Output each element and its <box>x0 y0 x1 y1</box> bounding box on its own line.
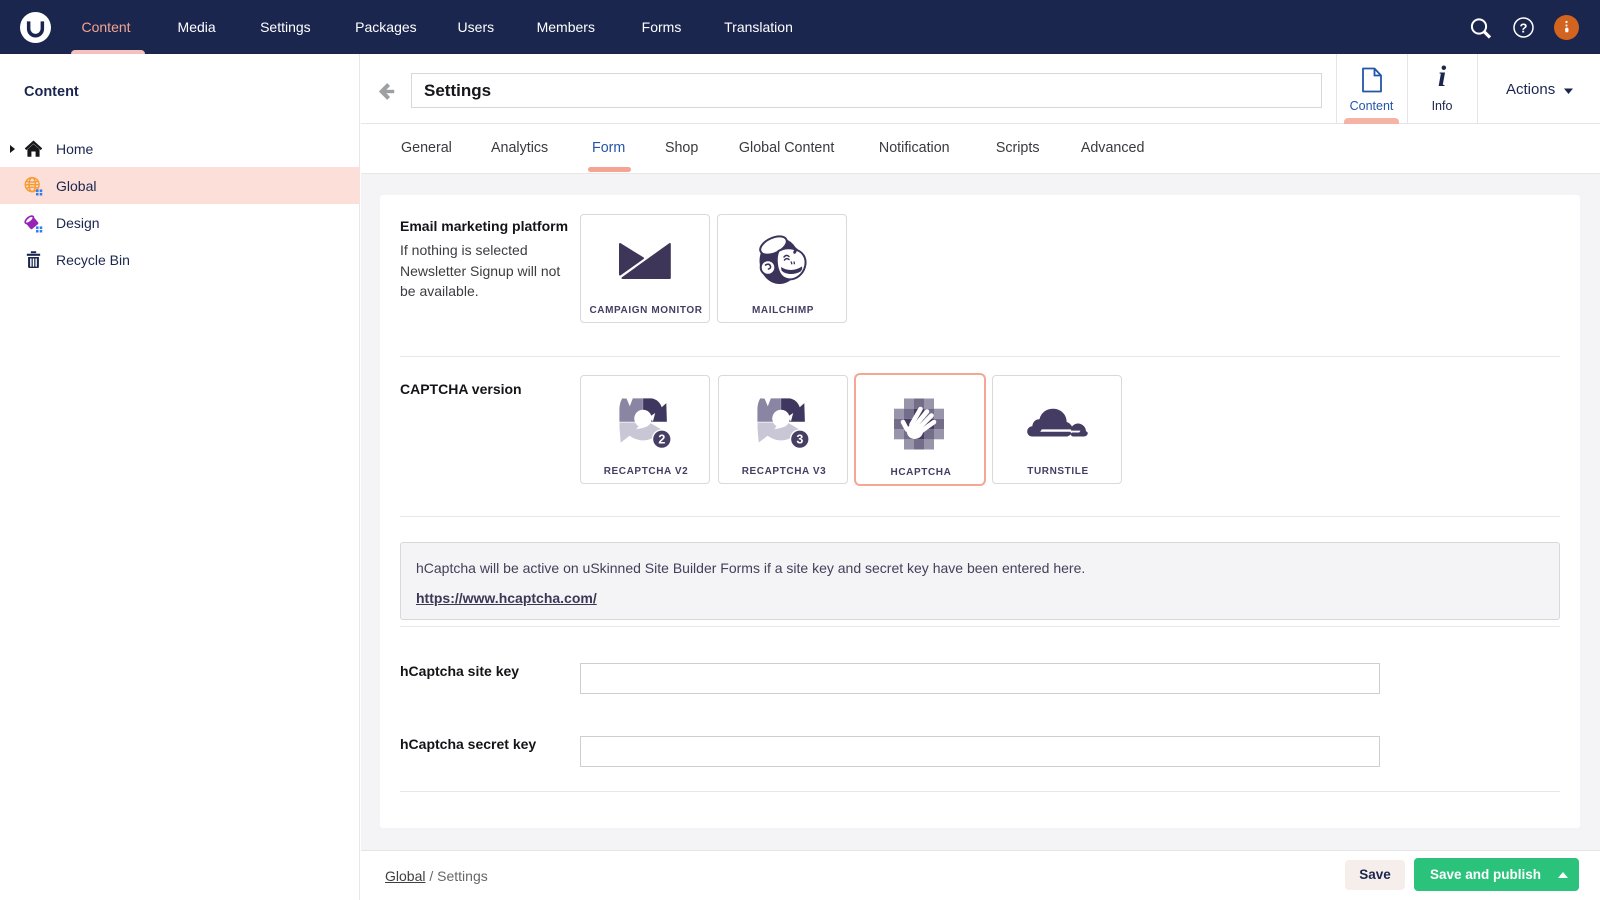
svg-text:?: ? <box>1520 21 1528 36</box>
svg-text:3: 3 <box>796 433 803 447</box>
svg-text:2: 2 <box>658 433 665 447</box>
